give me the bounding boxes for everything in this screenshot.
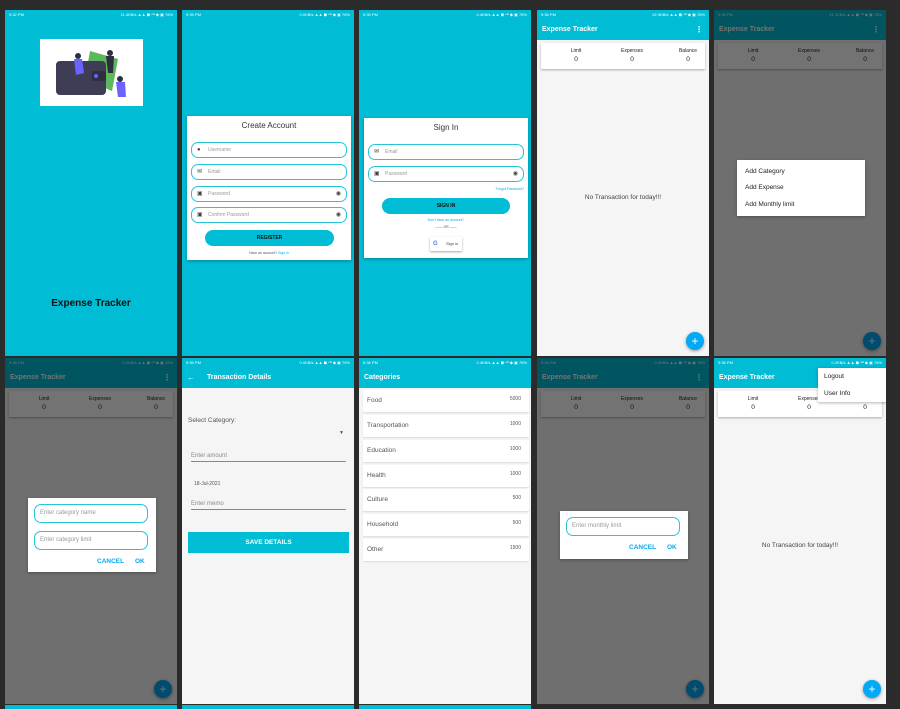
register-card: Create Account ● Username ✉ Email ▣ Passwor… <box>187 116 351 260</box>
empty-message: No Transaction for today!!! <box>761 542 839 549</box>
menu-user-info[interactable]: User Info <box>824 390 850 397</box>
category-row[interactable]: Other 1500 <box>363 539 529 561</box>
category-row[interactable]: Food 5000 <box>363 390 529 412</box>
limit-dialog: Enter monthly limit CANCEL OK <box>560 511 688 559</box>
mail-icon: ✉ <box>374 149 380 155</box>
memo-input[interactable]: Enter memo <box>191 501 346 510</box>
menu-logout[interactable]: Logout <box>824 373 844 380</box>
password-field[interactable]: ▣ Password ◉ <box>191 186 347 202</box>
limit-stat: Limit0 <box>747 396 759 411</box>
eye-icon[interactable]: ◉ <box>336 187 341 201</box>
app-name: Expense Tracker <box>51 298 131 309</box>
limit-stat: Limit0 <box>570 48 582 63</box>
google-icon: G <box>433 241 438 247</box>
add-menu-dialog: Add Category Add Expense Add Monthly lim… <box>737 160 865 216</box>
status-bar: 9:36 PM 0.4KB/s ▲▲ ◼ ⁴ᴳ ◆ ▣ 76% <box>359 358 531 368</box>
eye-icon[interactable]: ◉ <box>336 208 341 222</box>
status-bar: 9:35 PM 0.0KB/s ▲▲ ◼ ⁴ᴳ ◆ ▣ 76% <box>186 12 350 17</box>
status-bar: 9:32 PM 11.4KB/s ▲▲ ◼ ⁴ᴳ ◆ ▣ 76% <box>9 12 173 17</box>
ok-button[interactable]: OK <box>135 558 145 565</box>
no-account-link[interactable]: Don't have an account? <box>364 218 528 222</box>
mail-icon: ✉ <box>197 169 203 175</box>
signin-heading: Sign In <box>433 123 459 132</box>
monthly-limit-input[interactable]: Enter monthly limit <box>566 517 680 536</box>
register-heading: Create Account <box>241 121 297 130</box>
sign-in-link[interactable]: Sign In <box>278 251 289 255</box>
status-bar: 9:36 PM0.0KB/s ▲▲ ◼ ⁴ᴳ ◆ ▣ 76% <box>182 358 354 368</box>
category-row[interactable]: Culture 500 <box>363 489 529 511</box>
sign-in-button[interactable]: SIGN IN <box>382 198 510 214</box>
register-button[interactable]: REGISTER <box>205 230 334 246</box>
cancel-button[interactable]: CANCEL <box>629 544 656 551</box>
password-field[interactable]: ▣ Password ◉ <box>368 166 524 182</box>
register-screen: 9:35 PM 0.0KB/s ▲▲ ◼ ⁴ᴳ ◆ ▣ 76% Create Ac… <box>182 10 354 356</box>
app-bar: Categories <box>359 368 531 388</box>
app-bar: Expense Tracker⋮ <box>537 20 709 40</box>
signin-card: Sign In ✉ Email ▣ Password ◉ Forgot Passwor… <box>364 118 528 258</box>
google-sign-in-button[interactable]: G Sign in <box>430 237 462 251</box>
overflow-menu: Logout User Info <box>818 368 886 402</box>
username-field[interactable]: ● Username <box>191 142 347 158</box>
category-dialog: Enter category name Enter category limit… <box>28 498 156 572</box>
category-row[interactable]: Health 1000 <box>363 465 529 487</box>
add-category-screen: 9:36 PM0.2KB/s ▲▲ ◼ ⁴ᴳ ◆ ▣ 76% Expense T… <box>5 358 177 704</box>
signin-screen: 9:35 PM 0.4KB/s ▲▲ ◼ ⁴ᴳ ◆ ▣ 76% Sign In ✉… <box>359 10 531 356</box>
eye-icon[interactable]: ◉ <box>513 167 518 181</box>
date-text[interactable]: 18-Jul-2021 <box>194 481 220 487</box>
cancel-button[interactable]: CANCEL <box>97 558 124 565</box>
next-row-strip <box>5 705 886 709</box>
monthly-limit-screen: 9:36 PM0.0KB/s ▲▲ ◼ ⁴ᴳ ◆ ▣ 76% Expense T… <box>537 358 709 704</box>
confirm-password-field[interactable]: ▣ Confirm Password ◉ <box>191 207 347 223</box>
categories-screen: 9:36 PM 0.4KB/s ▲▲ ◼ ⁴ᴳ ◆ ▣ 76% Categorie… <box>359 358 531 704</box>
add-menu-screen: 9:36 PM41.1KB/s ▲▲ ◼ ⁴ᴳ ◆ ▣ 76% Expense … <box>714 10 886 356</box>
app-bar: ← Transaction Details <box>182 368 354 388</box>
lock-icon: ▣ <box>197 212 203 218</box>
summary-card: Limit0 Expenses0 Balance0 <box>541 43 705 69</box>
empty-message: No Transaction for today!!! <box>584 194 662 201</box>
back-arrow-icon[interactable]: ← <box>187 368 195 388</box>
more-options-icon[interactable]: ⋮ <box>695 20 703 40</box>
menu-add-category[interactable]: Add Category <box>745 168 785 175</box>
status-bar: 9:36 PM0.2KB/s ▲▲ ◼ ⁴ᴳ ◆ ▣ 76% <box>714 358 886 368</box>
transaction-details-screen: 9:36 PM 0.0KB/s ▲▲ ◼ ⁴ᴳ ◆ ▣ 76% ← Transact… <box>182 358 354 704</box>
email-field[interactable]: ✉ Email <box>191 164 347 180</box>
menu-add-expense[interactable]: Add Expense <box>745 184 784 191</box>
splash-screen: 9:32 PM 11.4KB/s ▲▲ ◼ ⁴ᴳ ◆ ▣ 76% Expense … <box>5 10 177 356</box>
have-account-text: Have an account? Sign In <box>248 251 290 255</box>
select-category-label: Select Category: <box>188 417 237 424</box>
add-fab[interactable]: + <box>686 332 704 350</box>
expenses-stat: Expenses0 <box>621 48 643 63</box>
wallet-illustration <box>40 39 143 106</box>
status-bar: 9:36 PM 92.3KB/s ▲▲ ◼ ⁴ᴳ ◆ ▣ 76% <box>537 10 709 20</box>
category-name-input[interactable]: Enter category name <box>34 504 148 523</box>
add-fab[interactable]: + <box>863 680 881 698</box>
home-screen: 9:36 PM 92.3KB/s ▲▲ ◼ ⁴ᴳ ◆ ▣ 76% Expense … <box>537 10 709 356</box>
balance-stat: Balance0 <box>678 48 698 63</box>
person-icon: ● <box>197 147 201 153</box>
menu-add-monthly-limit[interactable]: Add Monthly limit <box>745 201 795 208</box>
amount-input[interactable]: Enter amount <box>191 453 346 462</box>
email-field[interactable]: ✉ Email <box>368 144 524 160</box>
forgot-password-link[interactable]: Forgot Password? <box>496 187 524 191</box>
category-row[interactable]: Education 1000 <box>363 440 529 462</box>
category-row[interactable]: Household 500 <box>363 514 529 536</box>
category-limit-input[interactable]: Enter category limit <box>34 531 148 550</box>
lock-icon: ▣ <box>197 191 203 197</box>
or-divider: —— OR —— <box>435 225 457 229</box>
overflow-menu-screen: 9:36 PM 0.2KB/s ▲▲ ◼ ⁴ᴳ ◆ ▣ 76% Expense T… <box>714 358 886 704</box>
ok-button[interactable]: OK <box>667 544 677 551</box>
category-dropdown-icon[interactable]: ▼ <box>339 430 344 436</box>
save-details-button[interactable]: SAVE DETAILS <box>188 532 349 553</box>
status-bar: 9:35 PM 0.4KB/s ▲▲ ◼ ⁴ᴳ ◆ ▣ 76% <box>363 12 527 17</box>
lock-icon: ▣ <box>374 171 380 177</box>
category-row[interactable]: Transportation 1000 <box>363 415 529 437</box>
